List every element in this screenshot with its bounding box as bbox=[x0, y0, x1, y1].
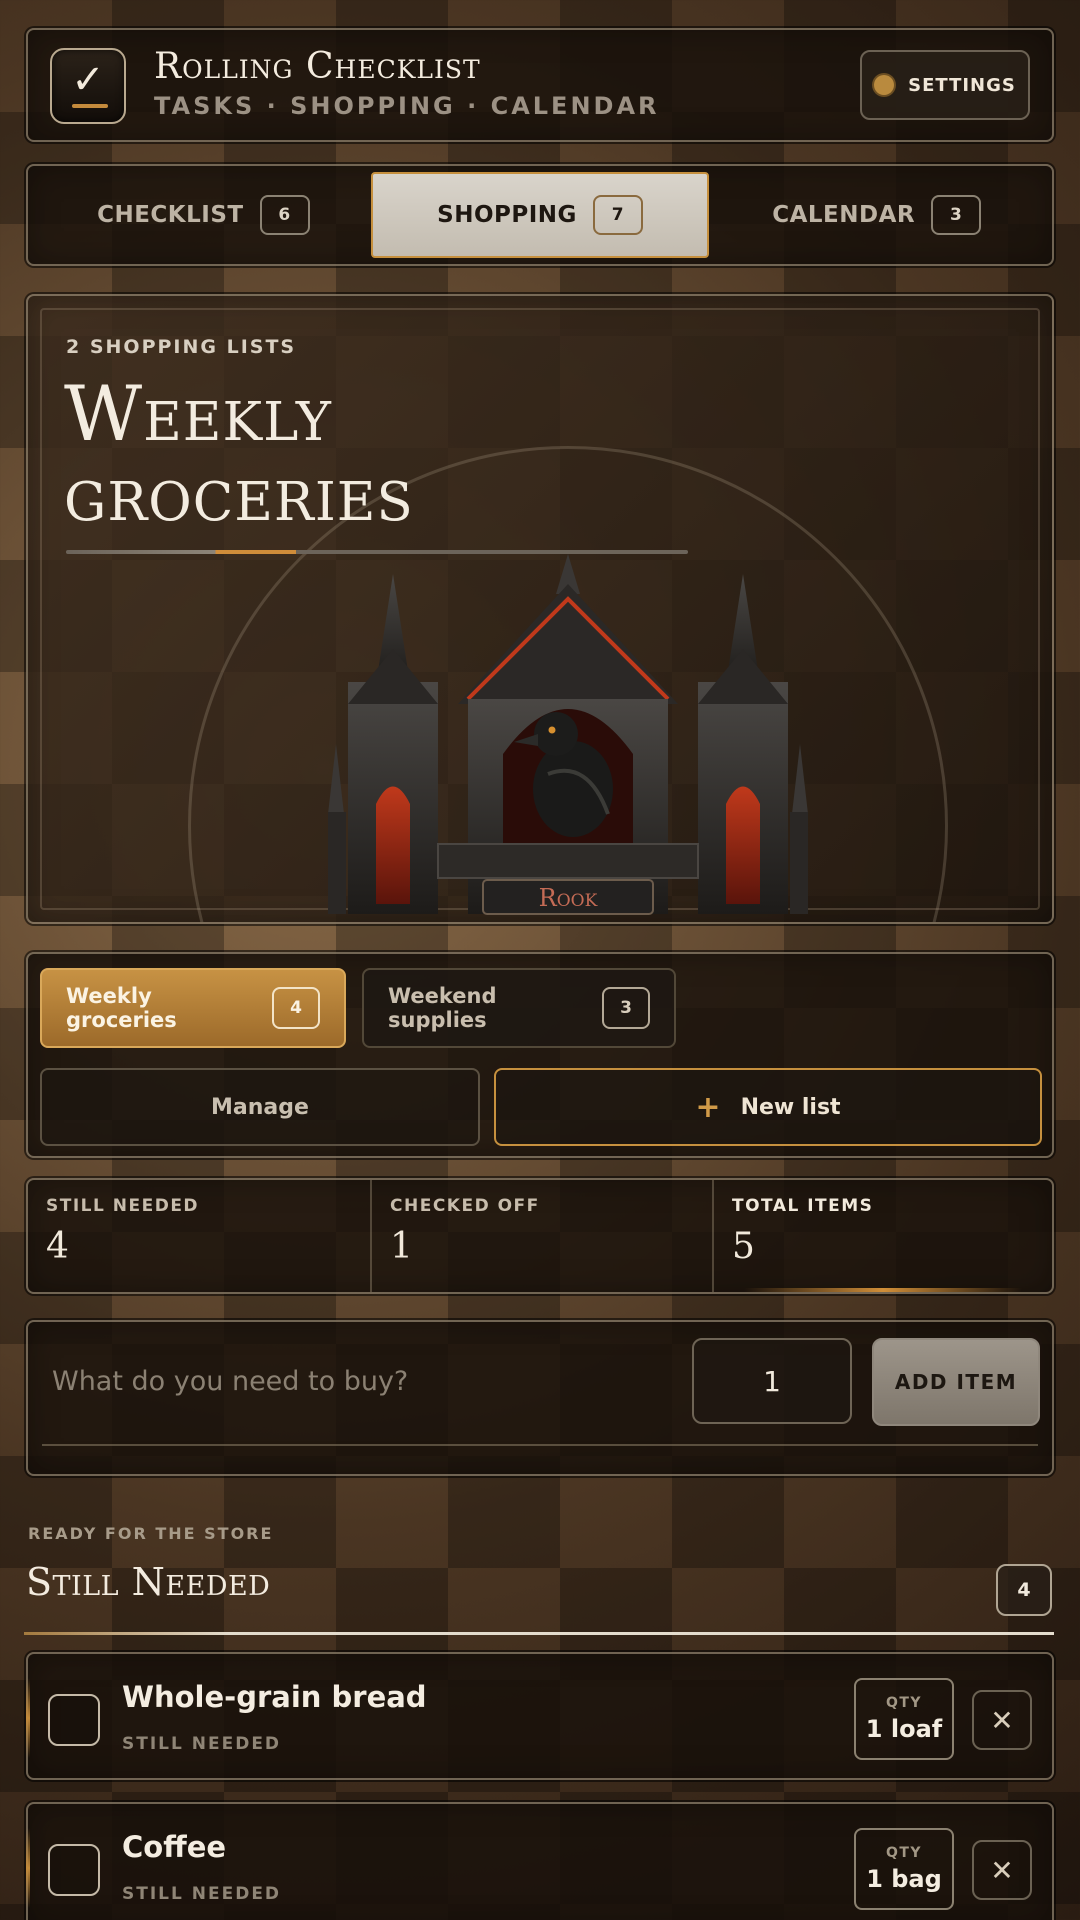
list-chip-count: 4 bbox=[272, 987, 320, 1029]
stat-value: 1 bbox=[390, 1226, 413, 1267]
item-qty-label: QTY bbox=[885, 1695, 923, 1711]
stat-label: TOTAL ITEMS bbox=[732, 1196, 874, 1216]
tab-label: SHOPPING bbox=[437, 202, 577, 228]
tab-checklist[interactable]: CHECKLIST 6 bbox=[36, 172, 371, 258]
section-title: Still Needed bbox=[26, 1560, 271, 1604]
add-item-form: ADD ITEM bbox=[26, 1320, 1054, 1476]
new-list-button[interactable]: + New list bbox=[494, 1068, 1042, 1146]
item-status: STILL NEEDED bbox=[122, 1884, 282, 1904]
stat-total-items: TOTAL ITEMS 5 bbox=[714, 1180, 1052, 1292]
quantity-input[interactable] bbox=[692, 1338, 852, 1424]
item-checkbox[interactable] bbox=[48, 1844, 100, 1896]
item-qty-value: 1 loaf bbox=[865, 1715, 943, 1743]
tab-count-badge: 7 bbox=[592, 195, 643, 235]
tab-calendar[interactable]: CALENDAR 3 bbox=[709, 172, 1044, 258]
status-dot-icon bbox=[874, 75, 895, 95]
hero-title: Weekly groceries bbox=[64, 369, 414, 538]
list-chip-label: Weekend supplies bbox=[388, 984, 497, 1032]
item-qty-label: QTY bbox=[885, 1845, 923, 1861]
stat-value: 5 bbox=[732, 1226, 755, 1267]
add-item-button[interactable]: ADD ITEM bbox=[872, 1338, 1040, 1426]
section-count-badge: 4 bbox=[996, 1564, 1052, 1616]
stat-value: 4 bbox=[46, 1226, 69, 1267]
stat-label: CHECKED OFF bbox=[390, 1196, 540, 1216]
stat-still-needed: STILL NEEDED 4 bbox=[28, 1180, 372, 1292]
main-tabs: CHECKLIST 6 SHOPPING 7 CALENDAR 3 bbox=[26, 164, 1054, 266]
tab-shopping[interactable]: SHOPPING 7 bbox=[370, 172, 710, 258]
stats-bar: STILL NEEDED 4 CHECKED OFF 1 TOTAL ITEMS… bbox=[26, 1178, 1054, 1294]
settings-button[interactable]: SETTINGS bbox=[860, 50, 1030, 120]
checklist-app-icon: ✓ bbox=[50, 48, 126, 124]
item-checkbox[interactable] bbox=[48, 1694, 100, 1746]
app-subtitle: TASKS · SHOPPING · CALENDAR bbox=[154, 92, 660, 120]
item-quantity: QTY 1 bag bbox=[854, 1828, 954, 1910]
checkmark-icon: ✓ bbox=[71, 57, 105, 103]
list-chip-weekly-groceries[interactable]: Weekly groceries 4 bbox=[40, 968, 346, 1048]
app-title: Rolling Checklist bbox=[154, 46, 481, 87]
stat-checked-off: CHECKED OFF 1 bbox=[372, 1180, 714, 1292]
hero-card: 2 SHOPPING LISTS Weekly groceries Rook bbox=[26, 294, 1054, 924]
rook-castle-illustration: Rook bbox=[328, 554, 808, 915]
item-qty-value: 1 bag bbox=[866, 1865, 942, 1893]
stat-label: STILL NEEDED bbox=[46, 1196, 200, 1216]
item-name: Coffee bbox=[122, 1830, 227, 1864]
item-name: Whole-grain bread bbox=[122, 1680, 427, 1714]
app-header: ✓ Rolling Checklist TASKS · SHOPPING · C… bbox=[26, 28, 1054, 142]
list-chip-label: Weekly groceries bbox=[66, 984, 177, 1032]
item-name-input[interactable] bbox=[28, 1322, 688, 1440]
list-selector: Weekly groceries 4 Weekend supplies 3 Ma… bbox=[26, 952, 1054, 1158]
tab-label: CHECKLIST bbox=[97, 202, 244, 228]
plus-icon: + bbox=[695, 1089, 721, 1125]
tab-label: CALENDAR bbox=[772, 202, 916, 228]
item-status: STILL NEEDED bbox=[122, 1734, 282, 1754]
settings-label: SETTINGS bbox=[908, 74, 1016, 96]
tab-count-badge: 6 bbox=[259, 195, 310, 235]
list-chip-count: 3 bbox=[602, 987, 650, 1029]
close-icon[interactable]: ✕ bbox=[972, 1690, 1032, 1750]
tab-count-badge: 3 bbox=[931, 195, 982, 235]
list-chip-weekend-supplies[interactable]: Weekend supplies 3 bbox=[362, 968, 676, 1048]
section-eyebrow: READY FOR THE STORE bbox=[28, 1524, 274, 1543]
rook-plaque-text: Rook bbox=[539, 884, 598, 912]
close-icon[interactable]: ✕ bbox=[972, 1840, 1032, 1900]
section-divider bbox=[24, 1632, 1054, 1635]
list-item: Coffee STILL NEEDED QTY 1 bag ✕ bbox=[26, 1802, 1054, 1920]
shopping-list-count: 2 SHOPPING LISTS bbox=[66, 336, 297, 358]
manage-lists-button[interactable]: Manage bbox=[40, 1068, 480, 1146]
list-item: Whole-grain bread STILL NEEDED QTY 1 loa… bbox=[26, 1652, 1054, 1780]
new-list-label: New list bbox=[740, 1094, 841, 1120]
item-quantity: QTY 1 loaf bbox=[854, 1678, 954, 1760]
